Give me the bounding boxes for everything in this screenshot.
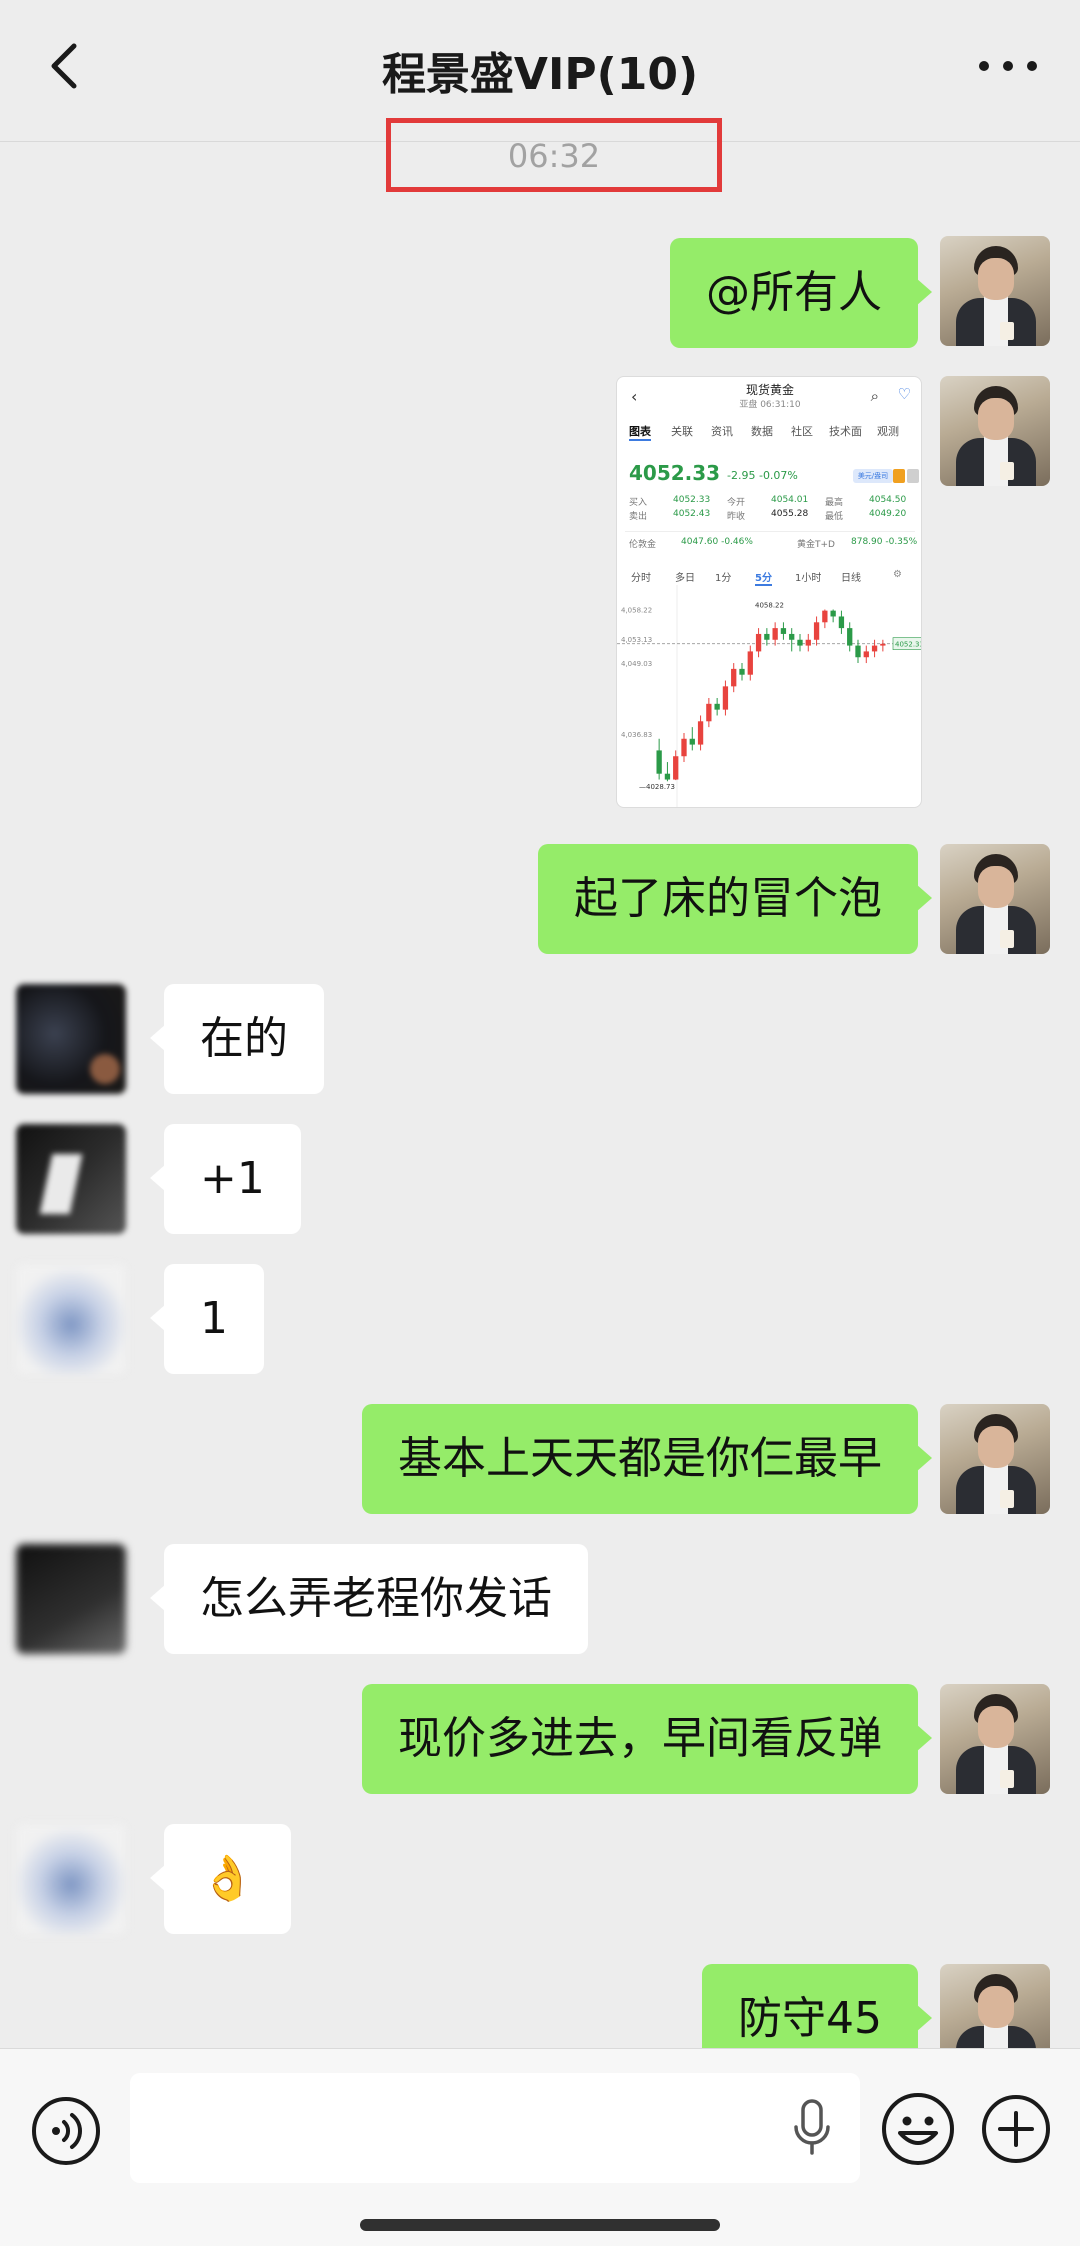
message-input[interactable]	[130, 2073, 860, 2183]
message-bubble-outgoing[interactable]: 起了床的冒个泡	[538, 844, 932, 954]
chart-period: 分时	[631, 573, 651, 584]
candle-body	[689, 738, 695, 745]
more-options-icon[interactable]	[972, 44, 1044, 88]
chart-tab: 技术面	[829, 425, 862, 438]
candle-body	[789, 633, 795, 640]
chart-y-tick: 4,049.03	[621, 660, 652, 668]
candle-body	[739, 668, 745, 675]
chart-tab: 资讯	[711, 425, 733, 438]
chart-high-label: 4058.22	[755, 601, 784, 609]
chart-settings-icon: ⚙	[893, 569, 902, 580]
candle-body	[797, 639, 803, 646]
chart-tab: 观测	[877, 425, 899, 438]
microphone-icon[interactable]	[792, 2099, 832, 2157]
candle-body	[697, 721, 704, 745]
home-indicator	[360, 2219, 720, 2231]
candle-body	[772, 628, 778, 640]
chart-period: 1小时	[795, 573, 822, 584]
divider	[625, 531, 915, 532]
self-avatar[interactable]	[940, 1404, 1050, 1514]
candle-body	[764, 633, 770, 640]
plus-icon[interactable]	[980, 2093, 1052, 2165]
voice-mode-icon[interactable]	[30, 2095, 102, 2167]
chart-image-message[interactable]: ‹ 现货黄金 亚盘 06:31:10 ⌕ ♡ 图表 关联 资讯 数据 社区 技术…	[616, 376, 922, 808]
self-avatar[interactable]	[940, 376, 1050, 486]
chart-tab: 社区	[791, 425, 813, 438]
message-bubble-incoming[interactable]: 在的	[150, 984, 324, 1094]
member-avatar[interactable]	[16, 1824, 126, 1934]
chart-stats: 买入 4052.33 卖出 4052.43 今开 4054.01 昨收 4055…	[629, 495, 907, 522]
candle-body	[838, 616, 845, 629]
message-bubble-outgoing[interactable]: 基本上天天都是你仨最早	[362, 1404, 932, 1514]
chart-low-label: —4028.73	[639, 783, 675, 791]
chart-search-icon: ⌕	[870, 387, 879, 405]
chart-y-tick: 4,058.22	[621, 606, 652, 614]
candle-body	[714, 703, 720, 710]
member-avatar[interactable]	[16, 1124, 126, 1234]
chart-tab: 数据	[751, 425, 773, 438]
candle-body	[780, 628, 787, 634]
chart-period: 日线	[841, 573, 861, 584]
candle-body	[805, 639, 811, 646]
member-avatar[interactable]	[16, 1264, 126, 1374]
chart-heart-icon: ♡	[897, 385, 911, 403]
candle-body	[673, 756, 679, 780]
chart-tool-icon	[907, 469, 919, 483]
candle-body	[822, 610, 828, 623]
chart-period: 1分	[715, 573, 732, 584]
chart-y-tick: 4,053.13	[621, 636, 652, 644]
candle-body	[747, 651, 753, 675]
chart-period: 多日	[675, 573, 695, 584]
candlestick-chart: 4,058.22 4,053.13 4,049.03 4,036.83 4052.33 4…	[617, 585, 922, 807]
chart-tool-icon	[893, 469, 905, 483]
candle-body	[681, 738, 687, 757]
self-avatar[interactable]	[940, 844, 1050, 954]
chart-change: -2.95 -0.07%	[727, 469, 798, 482]
chart-unit-badge: 美元/盎司	[853, 469, 893, 483]
self-avatar[interactable]	[940, 236, 1050, 346]
chart-last-price-label: 4052.33	[895, 641, 922, 649]
message-bubble-incoming[interactable]: 1	[150, 1264, 264, 1374]
candle-body	[656, 750, 662, 774]
candle-body	[871, 645, 878, 652]
emoji-icon[interactable]	[880, 2091, 956, 2167]
candle-body	[813, 622, 820, 640]
chat-title: 程景盛VIP(10)	[381, 49, 699, 100]
chart-tab: 关联	[671, 425, 693, 438]
chart-price: 4052.33	[629, 461, 721, 485]
candle-body	[731, 668, 737, 687]
message-bubble-incoming[interactable]: 👌	[150, 1824, 291, 1934]
candle-body	[855, 645, 861, 658]
timestamp: 06:32	[507, 137, 601, 175]
chart-y-tick: 4,036.83	[621, 731, 652, 739]
message-bubble-incoming[interactable]: 怎么弄老程你发话	[150, 1544, 588, 1654]
message-bubble-outgoing[interactable]: @所有人	[670, 238, 932, 348]
chart-tab: 图表	[629, 423, 651, 441]
self-avatar[interactable]	[940, 1684, 1050, 1794]
member-avatar[interactable]	[16, 984, 126, 1094]
candle-body	[830, 610, 836, 617]
candle-body	[706, 703, 712, 722]
candle-body	[664, 773, 671, 780]
member-avatar[interactable]	[16, 1544, 126, 1654]
timestamp-highlight: 06:32	[386, 118, 722, 192]
message-bubble-outgoing[interactable]: 现价多进去，早间看反弹	[362, 1684, 932, 1794]
input-bar	[0, 2048, 1080, 2246]
message-bubble-incoming[interactable]: +1	[150, 1124, 301, 1234]
chart-tabs: 图表 关联 资讯 数据 社区 技术面 观测	[625, 423, 921, 441]
chart-image-header: ‹ 现货黄金 亚盘 06:31:10 ⌕ ♡	[617, 377, 921, 417]
candle-body	[847, 628, 853, 646]
candle-body	[880, 643, 886, 646]
candle-body	[722, 686, 729, 710]
candle-body	[755, 633, 762, 652]
chart-period: 5分	[755, 569, 772, 586]
candle-body	[863, 651, 869, 658]
